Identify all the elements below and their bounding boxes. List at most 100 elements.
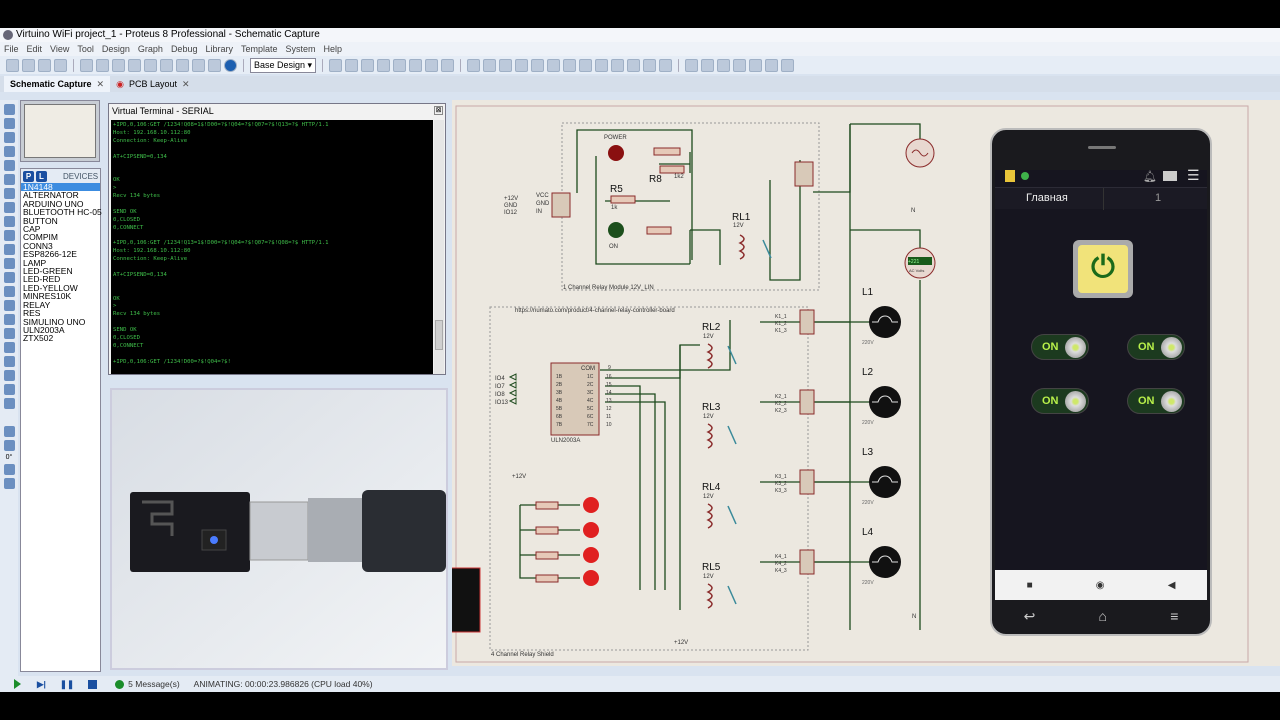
schematic-icon[interactable] — [96, 58, 109, 72]
terminals-icon[interactable] — [3, 202, 15, 213]
save-icon[interactable] — [38, 58, 51, 72]
menu-key-icon[interactable]: ≡ — [1170, 608, 1178, 632]
origin-icon[interactable] — [361, 58, 374, 72]
junction-dot-icon[interactable] — [3, 132, 15, 143]
new-file-icon[interactable] — [6, 58, 19, 72]
make-device-icon[interactable] — [627, 58, 640, 72]
3d-view-icon[interactable] — [128, 58, 141, 72]
pcb-icon[interactable] — [112, 58, 125, 72]
back-icon[interactable]: ◀ — [1168, 580, 1176, 591]
close-button[interactable]: ⊠ — [434, 106, 443, 115]
scrollbar-thumb[interactable] — [435, 320, 443, 350]
decompose-icon[interactable] — [659, 58, 672, 72]
import-icon[interactable] — [54, 58, 67, 72]
menu-graph[interactable]: Graph — [138, 42, 163, 56]
search-icon[interactable] — [701, 58, 714, 72]
redo-icon[interactable] — [483, 58, 496, 72]
zoom-area-icon[interactable] — [441, 58, 454, 72]
undo-icon[interactable] — [467, 58, 480, 72]
block-delete-icon[interactable] — [595, 58, 608, 72]
menu-system[interactable]: System — [286, 42, 316, 56]
relay-switch-1[interactable]: ON — [1031, 334, 1089, 360]
design-explorer-icon[interactable] — [192, 58, 205, 72]
remove-sheet-icon[interactable] — [749, 58, 762, 72]
flip-horizontal-icon[interactable] — [3, 464, 15, 475]
component-mode-icon[interactable] — [3, 118, 15, 129]
marker-icon[interactable] — [3, 398, 15, 409]
home-key-icon[interactable]: ⌂ — [1099, 608, 1107, 632]
block-rotate-icon[interactable] — [579, 58, 592, 72]
device-pins-icon[interactable] — [3, 216, 15, 227]
relay-switch-4[interactable]: ON — [1127, 388, 1185, 414]
zoom-all-icon[interactable] — [425, 58, 438, 72]
menu-debug[interactable]: Debug — [171, 42, 198, 56]
relay-switch-3[interactable]: ON — [1031, 388, 1089, 414]
stop-icon[interactable] — [88, 679, 98, 689]
goto-child-icon[interactable] — [765, 58, 778, 72]
open-folder-icon[interactable] — [22, 58, 35, 72]
zoom-in-icon[interactable] — [393, 58, 406, 72]
text-script-icon[interactable] — [3, 160, 15, 171]
bell-icon[interactable]: 🔔︎ — [1143, 170, 1157, 183]
generator-icon[interactable] — [3, 258, 15, 269]
menu-icon[interactable]: ☰ — [1187, 167, 1200, 184]
home-icon[interactable]: ◉ — [1096, 580, 1105, 591]
zoom-out-icon[interactable] — [409, 58, 422, 72]
rotate-cw-icon[interactable] — [3, 426, 15, 437]
netlist-icon[interactable] — [781, 58, 794, 72]
cut-icon[interactable] — [499, 58, 512, 72]
bus-icon[interactable] — [3, 174, 15, 185]
graph-icon[interactable] — [3, 230, 15, 241]
home-icon[interactable] — [80, 58, 93, 72]
bom-icon[interactable] — [160, 58, 173, 72]
tab-pcb-layout[interactable]: ◉ PCB Layout ✕ — [110, 76, 195, 92]
library-manager-button[interactable]: L — [36, 170, 47, 182]
back-key-icon[interactable]: ↩ — [1024, 608, 1036, 632]
tab-page-1[interactable]: 1 — [1155, 192, 1161, 204]
messages-count[interactable]: 5 Message(s) — [128, 679, 180, 689]
wire-label-icon[interactable] — [3, 146, 15, 157]
arc-icon[interactable] — [3, 342, 15, 353]
factory-icon[interactable] — [1163, 171, 1177, 181]
grid-icon[interactable] — [345, 58, 358, 72]
tab-schematic-capture[interactable]: Schematic Capture ✕ — [4, 76, 111, 92]
refresh-icon[interactable] — [329, 58, 342, 72]
play-icon[interactable] — [14, 679, 21, 689]
device-item[interactable]: ZTX502 — [21, 334, 100, 343]
path-icon[interactable] — [3, 356, 15, 367]
menu-edit[interactable]: Edit — [27, 42, 43, 56]
menu-design[interactable]: Design — [102, 42, 130, 56]
flip-vertical-icon[interactable] — [3, 478, 15, 489]
source-code-icon[interactable] — [176, 58, 189, 72]
menu-template[interactable]: Template — [241, 42, 278, 56]
block-copy-icon[interactable] — [547, 58, 560, 72]
menu-help[interactable]: Help — [324, 42, 343, 56]
menu-file[interactable]: File — [4, 42, 19, 56]
report-icon[interactable] — [208, 58, 221, 72]
gerber-icon[interactable] — [144, 58, 157, 72]
recent-apps-icon[interactable]: ■ — [1027, 580, 1033, 591]
copy-icon[interactable] — [515, 58, 528, 72]
symbol-icon[interactable] — [3, 384, 15, 395]
tab-main[interactable]: Главная — [1026, 192, 1068, 204]
property-tool-icon[interactable] — [717, 58, 730, 72]
box-icon[interactable] — [3, 314, 15, 325]
power-button[interactable]: ⏻ — [1073, 240, 1133, 298]
menu-view[interactable]: View — [50, 42, 69, 56]
rotate-ccw-icon[interactable] — [3, 440, 15, 451]
voltage-probe-icon[interactable] — [3, 272, 15, 283]
rotation-value[interactable]: 0° — [6, 454, 13, 461]
new-sheet-icon[interactable] — [733, 58, 746, 72]
step-icon[interactable]: ▶| — [37, 679, 46, 690]
relay-switch-2[interactable]: ON — [1127, 334, 1185, 360]
pick-devices-button[interactable]: P — [23, 170, 34, 182]
tape-recorder-icon[interactable] — [3, 244, 15, 255]
menu-library[interactable]: Library — [205, 42, 233, 56]
help-icon[interactable] — [224, 58, 237, 72]
design-select[interactable]: Base Design — [250, 57, 316, 73]
terminal-output[interactable]: +IPD,0,106:GET /1234!Q08=1$!D00=?$!Q04=?… — [111, 120, 433, 374]
menu-tool[interactable]: Tool — [77, 42, 94, 56]
pan-icon[interactable] — [377, 58, 390, 72]
line-icon[interactable] — [3, 300, 15, 311]
close-icon[interactable]: ✕ — [97, 76, 105, 92]
